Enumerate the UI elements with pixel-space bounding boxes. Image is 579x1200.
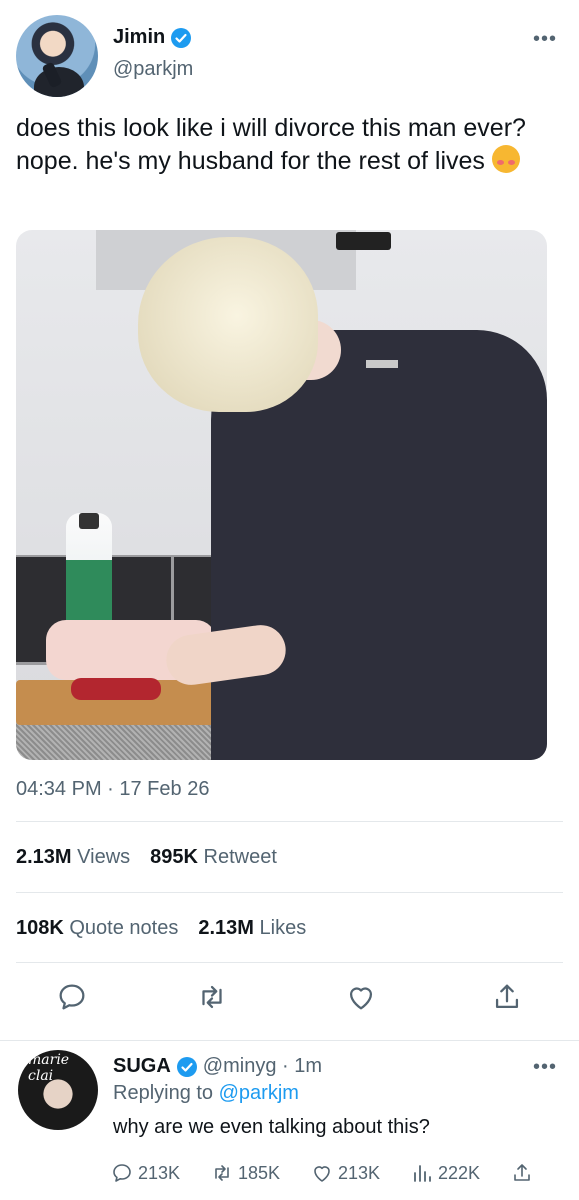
retweets-stat[interactable]: 895K Retweet [150,846,277,869]
reply-handle-time[interactable]: @minyg · 1m [203,1055,322,1078]
quotes-count: 108K [16,917,64,939]
photo-hair [138,237,318,412]
author-handle[interactable]: @parkjm [113,58,193,81]
divider [16,892,563,893]
avatar-brand-text: marie clai [28,1052,70,1084]
retweets-count: 895K [150,846,198,868]
stats-row-views-retweets: 2.13M Views 895K Retweet [16,846,277,869]
photo-meat [71,678,161,700]
reply-share-action[interactable] [510,1161,534,1185]
verified-badge-icon [176,1056,197,1077]
photo-bottle-cap [79,513,99,529]
photo-shirt-tag [366,360,398,368]
divider [16,821,563,822]
stats-row-quotes-likes: 108K Quote notes 2.13M Likes [16,917,306,940]
tweet-text: does this look like i will divorce this … [16,112,571,178]
replying-to-line: Replying to @parkjm [113,1082,299,1105]
views-chart-icon [414,1165,431,1182]
reply-views-count: 222K [438,1162,481,1183]
reply-icon [113,1164,131,1182]
quotes-stat[interactable]: 108K Quote notes [16,917,178,940]
reply-replies-count: 213K [138,1162,181,1183]
views-count: 2.13M [16,846,72,868]
more-options-icon[interactable]: ••• [533,28,557,51]
likes-label: Likes [259,917,307,939]
reply-like-action[interactable]: 213K [310,1161,410,1185]
likes-stat[interactable]: 2.13M Likes [198,917,306,940]
reply-retweet-action[interactable]: 185K [210,1161,310,1185]
display-name[interactable]: Jimin [113,26,165,49]
reply-separator [0,1040,579,1041]
likes-count: 2.13M [198,917,254,939]
author-name-row: Jimin [113,26,192,49]
reply-more-options-icon[interactable]: ••• [533,1056,557,1079]
avatar[interactable] [16,15,98,97]
quotes-label: Quote notes [69,917,179,939]
reply-icon[interactable] [55,980,89,1014]
tweet-timestamp[interactable]: 04:34 PM · 17 Feb 26 [16,778,209,801]
retweets-label: Retweet [203,846,277,868]
retweet-icon[interactable] [195,980,229,1014]
tweet-body: does this look like i will divorce this … [16,114,526,175]
like-heart-icon [314,1166,330,1182]
share-icon [514,1164,530,1181]
verified-badge-icon [171,27,192,48]
reply-display-name[interactable]: SUGA [113,1055,171,1078]
replying-prefix: Replying to [113,1082,214,1104]
smiling-face-with-hearts-icon [491,145,520,173]
views-stat[interactable]: 2.13M Views [16,846,130,869]
replying-handle-link[interactable]: @parkjm [219,1082,299,1104]
reply-avatar[interactable]: marie clai [18,1050,98,1130]
retweet-icon [215,1165,229,1181]
reply-views-action[interactable]: 222K [410,1161,510,1185]
divider [16,962,563,963]
reply-actions: 213K 185K 213K 222K [110,1158,560,1188]
share-icon[interactable] [490,980,524,1014]
tweet-photo[interactable] [16,230,547,760]
reply-text: why are we even talking about this? [113,1116,430,1138]
like-heart-icon[interactable] [344,980,378,1014]
views-label: Views [77,846,131,868]
reply-reply-action[interactable]: 213K [110,1161,210,1185]
reply-retweets-count: 185K [238,1162,281,1183]
reply-author-row: SUGA @minyg · 1m [113,1055,322,1078]
tweet-actions [0,980,579,1022]
reply-likes-count: 213K [338,1162,381,1183]
photo-camera [336,232,391,250]
